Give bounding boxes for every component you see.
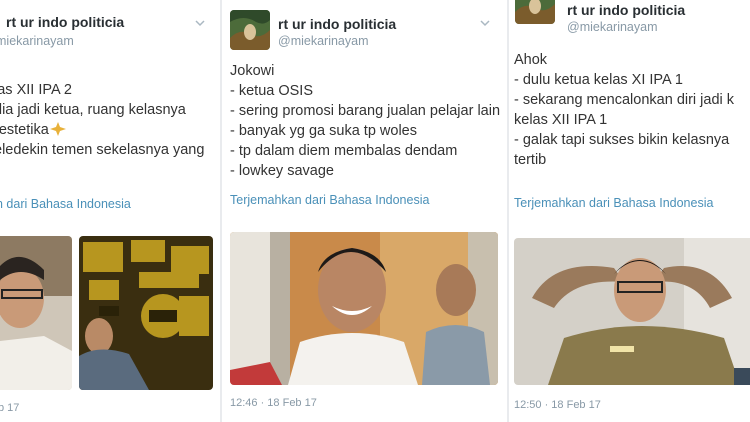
avatar[interactable] [515, 0, 555, 24]
tweet-line: tertib [514, 152, 547, 168]
user-handle[interactable]: @miekarinayam [278, 34, 369, 48]
tweet-card-1: rt ur indo politicia miekarinayam las XI… [0, 0, 220, 422]
avatar[interactable] [230, 10, 270, 50]
tweet-line: - sering promosi barang jualan pelajar l… [230, 103, 501, 119]
timestamp[interactable]: 12:46 · 18 Feb 17 [230, 397, 317, 409]
user-handle[interactable]: miekarinayam [0, 34, 74, 48]
tweet-line: Jokowi [230, 63, 275, 79]
tweet-line: - ketua OSIS [230, 83, 314, 99]
display-name[interactable]: rt ur indo politicia [567, 2, 685, 18]
timestamp[interactable]: 12:50 · 18 Feb 17 [514, 399, 601, 411]
tweet-text: Ahok - dulu ketua kelas XI IPA 1 - sekar… [514, 50, 734, 170]
tweet-text: las XII IPA 2 dia jadi ketua, ruang kela… [0, 80, 204, 160]
tweet-line: dia jadi ketua, ruang kelasnya [0, 102, 186, 118]
tweet-line: Ahok [514, 52, 548, 68]
translate-link[interactable]: Terjemahkan dari Bahasa Indonesia [514, 196, 713, 210]
tweet-line: - banyak yg ga suka tp woles [230, 123, 417, 139]
timestamp[interactable]: b 17 [0, 402, 19, 414]
tweet-line: - sekarang mencalonkan diri jadi k [514, 92, 735, 108]
tweet-line: - galak tapi sukses bikin kelasnya [514, 132, 730, 148]
tweet-line: - dulu ketua kelas XI IPA 1 [514, 72, 683, 88]
chevron-down-icon[interactable] [193, 16, 207, 30]
display-name[interactable]: rt ur indo politicia [278, 16, 396, 32]
sparkle-emoji-icon [49, 122, 66, 136]
translate-link[interactable]: n dari Bahasa Indonesia [0, 197, 131, 211]
tweet-line: restetika [0, 120, 204, 140]
tweet-photo[interactable] [514, 238, 750, 385]
tweet-card-2: rt ur indo politicia @miekarinayam Jokow… [222, 0, 507, 422]
tweet-card-3: rt ur indo politicia @miekarinayam Ahok … [509, 0, 750, 422]
photo-right[interactable] [79, 236, 213, 390]
photo-left[interactable] [0, 236, 72, 390]
display-name[interactable]: rt ur indo politicia [6, 14, 124, 30]
tweet-line: - lowkey savage [230, 163, 334, 179]
tweet-line: kelas XII IPA 1 [514, 112, 608, 128]
tweet-text: Jokowi - ketua OSIS - sering promosi bar… [230, 61, 500, 181]
chevron-down-icon[interactable] [478, 16, 492, 30]
tweet-line: eledekin temen sekelasnya yang [0, 142, 205, 158]
tweet-line: - tp dalam diem membalas dendam [230, 143, 458, 159]
tweet-photo[interactable] [230, 232, 498, 385]
tweet-line: las XII IPA 2 [0, 82, 72, 98]
translate-link[interactable]: Terjemahkan dari Bahasa Indonesia [230, 193, 429, 207]
user-handle[interactable]: @miekarinayam [567, 20, 658, 34]
